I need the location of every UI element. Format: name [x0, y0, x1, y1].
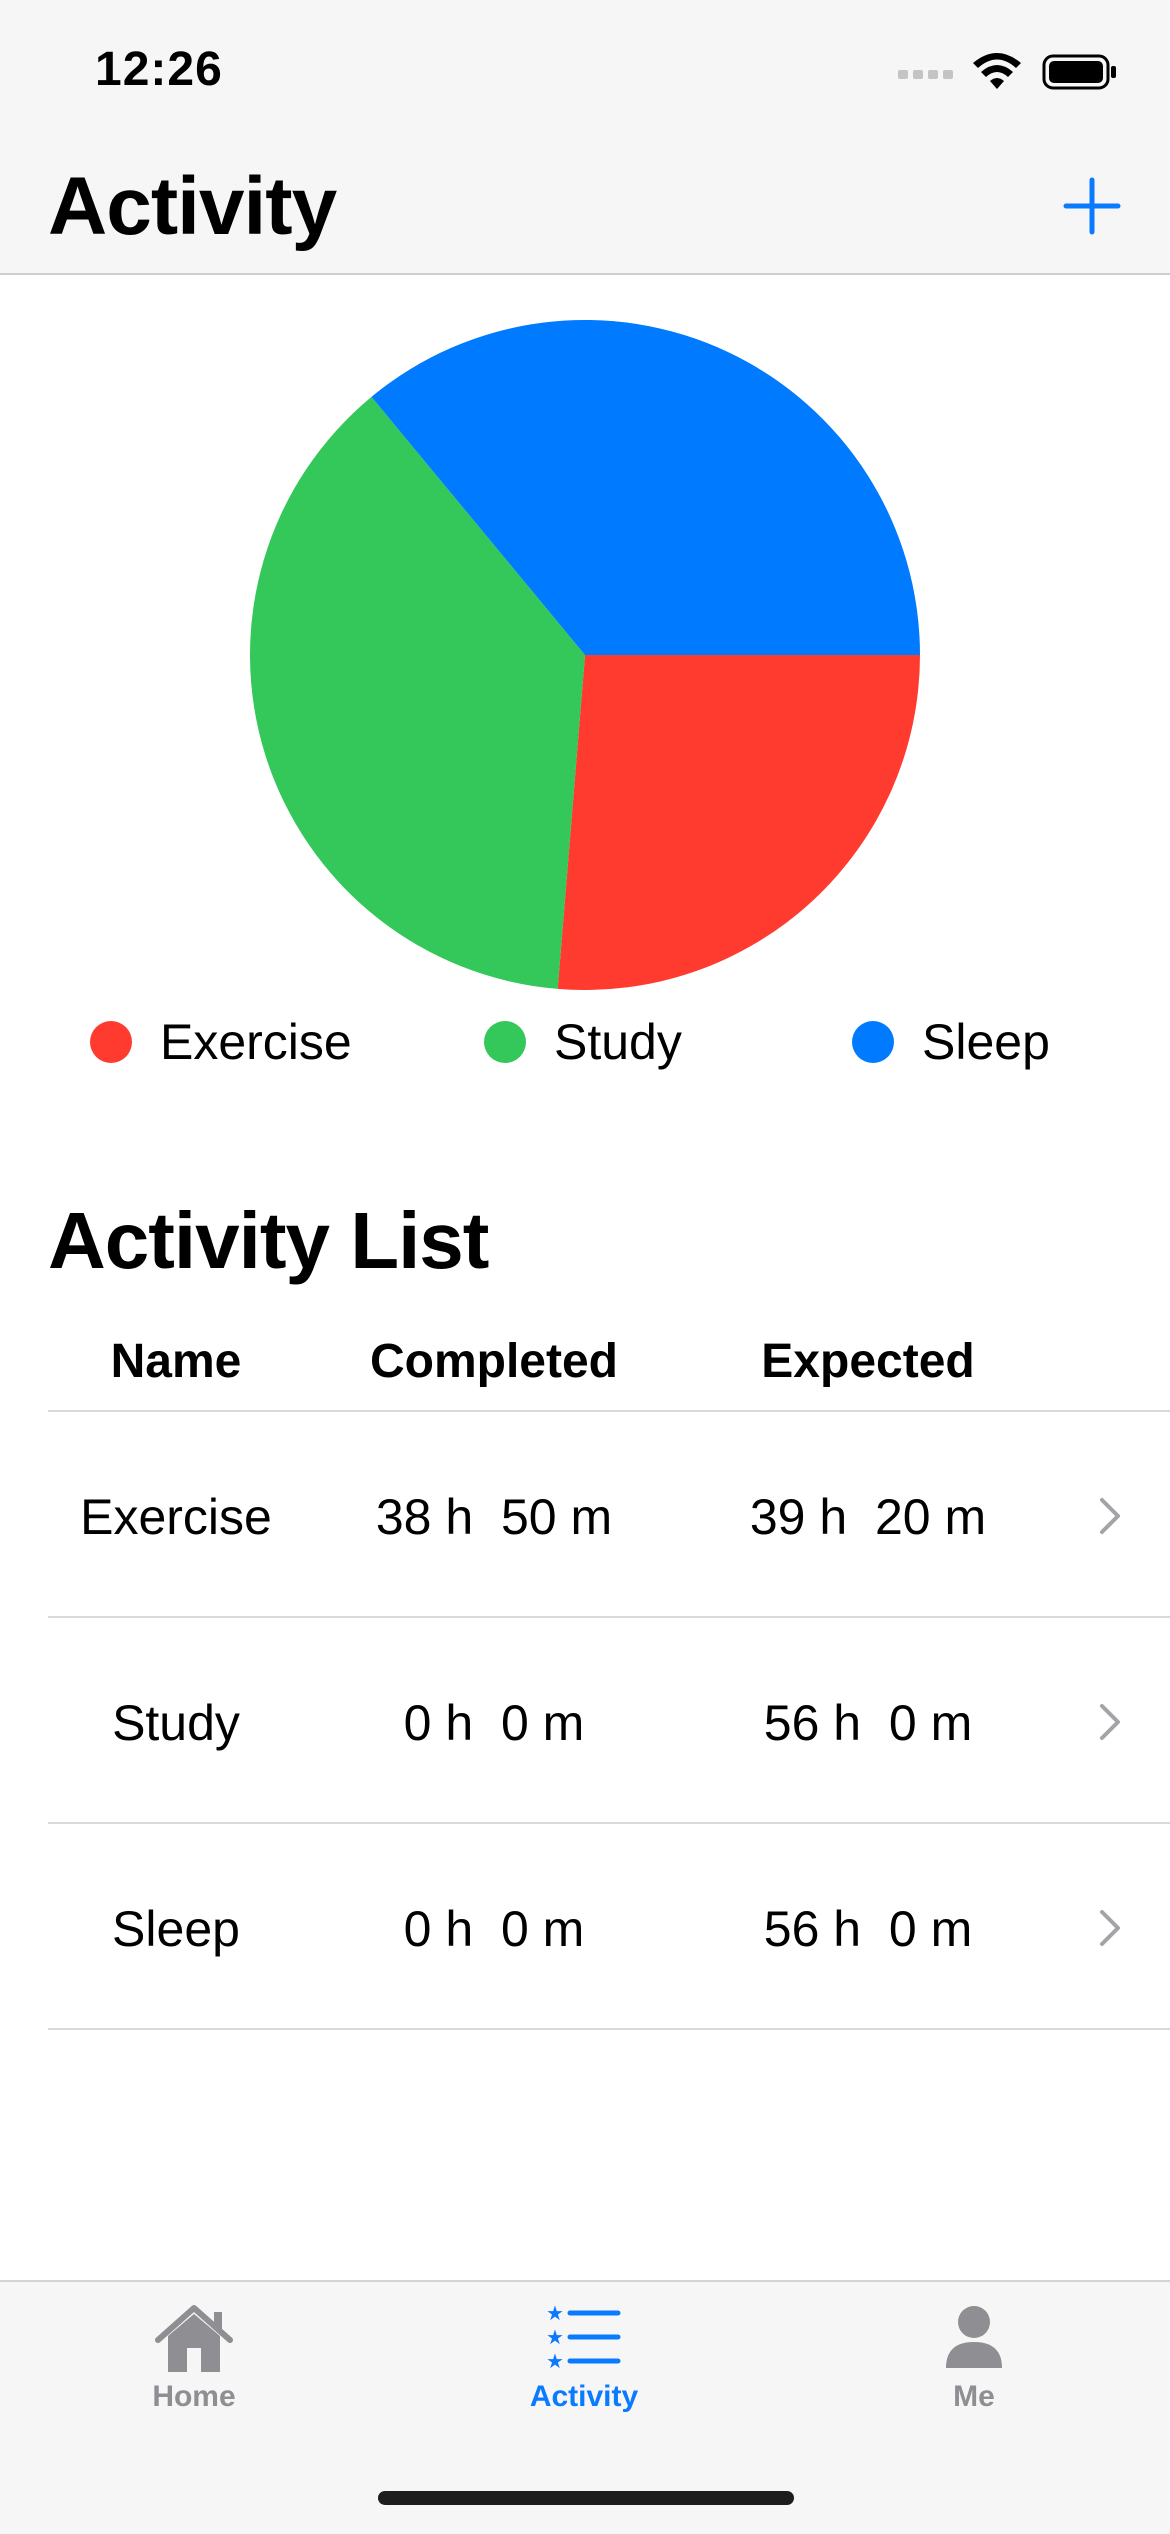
row-completed: 0 h 0 m [403, 1695, 585, 1751]
row-completed: 0 h 0 m [403, 1901, 585, 1957]
row-completed: 38 h 50 m [375, 1489, 613, 1545]
tab-label: Home [152, 2380, 236, 2413]
tab-label: Activity [529, 2380, 639, 2413]
column-header-expected: Expected [761, 1335, 975, 1388]
pie-slice-exercise [557, 655, 920, 990]
add-activity-button[interactable] [1062, 176, 1122, 236]
tab-label: Me [953, 2380, 995, 2413]
svg-text:★: ★ [546, 2302, 564, 2325]
status-time: 12:26 [95, 43, 223, 96]
svg-text:★: ★ [546, 2325, 564, 2349]
pie-chart [250, 319, 921, 990]
chart-legend: Exercise Study Sleep [0, 1012, 1170, 1072]
column-header-name: Name [110, 1335, 242, 1388]
list-star-icon: ★ ★ ★ [546, 2302, 621, 2373]
table-row-exercise[interactable]: Exercise 38 h 50 m 39 h 20 m [48, 1412, 1170, 1618]
row-name: Study [112, 1695, 240, 1751]
legend-dot-study [484, 1021, 526, 1063]
pie-chart-container [0, 275, 1170, 1020]
table-row-sleep[interactable]: Sleep 0 h 0 m 56 h 0 m [48, 1824, 1170, 2030]
tab-me[interactable]: Me [824, 2302, 1124, 2452]
house-icon [155, 2305, 233, 2372]
legend-label: Exercise [160, 1014, 352, 1070]
wifi-icon [973, 53, 1021, 89]
person-icon [946, 2306, 1002, 2368]
home-indicator [378, 2491, 794, 2505]
chevron-right-icon [1100, 1910, 1120, 1946]
legend-item-study: Study [484, 1012, 682, 1072]
status-bar: 12:26 [0, 0, 1170, 140]
row-expected: 39 h 20 m [749, 1489, 987, 1545]
activity-table: Name Completed Expected Exercise 38 h 50… [48, 1320, 1170, 2030]
tab-activity[interactable]: ★ ★ ★ Activity [434, 2302, 734, 2452]
chevron-right-icon [1100, 1498, 1120, 1534]
legend-item-sleep: Sleep [852, 1012, 1050, 1072]
navigation-bar: Activity [0, 140, 1170, 275]
cellular-signal-icon [898, 70, 953, 79]
legend-label: Sleep [922, 1014, 1050, 1070]
status-icons [898, 52, 1118, 92]
row-expected: 56 h 0 m [763, 1901, 973, 1957]
legend-label: Study [554, 1014, 682, 1070]
legend-dot-exercise [90, 1021, 132, 1063]
battery-icon [1042, 54, 1116, 90]
legend-dot-sleep [852, 1021, 894, 1063]
tab-home[interactable]: Home [44, 2302, 344, 2452]
plus-icon [1063, 177, 1121, 235]
page-title: Activity [48, 161, 337, 252]
activity-list-title: Activity List [48, 1196, 489, 1285]
row-name: Sleep [112, 1901, 240, 1957]
legend-item-exercise: Exercise [90, 1012, 352, 1072]
svg-text:★: ★ [546, 2349, 564, 2373]
table-header: Name Completed Expected [48, 1320, 1170, 1412]
table-row-study[interactable]: Study 0 h 0 m 56 h 0 m [48, 1618, 1170, 1824]
chevron-right-icon [1100, 1704, 1120, 1740]
column-header-completed: Completed [369, 1335, 618, 1388]
row-name: Exercise [80, 1489, 272, 1545]
row-expected: 56 h 0 m [763, 1695, 973, 1751]
